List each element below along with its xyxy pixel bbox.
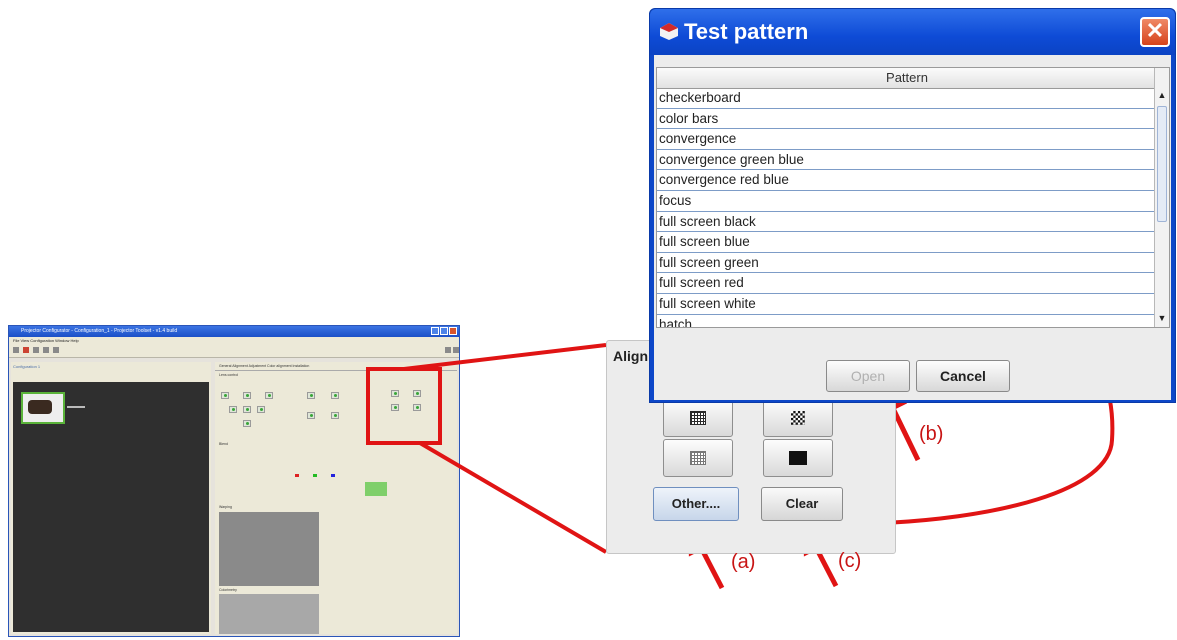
- pattern-row[interactable]: focus: [657, 191, 1156, 212]
- warping-section-title: Warping: [219, 505, 232, 509]
- toolbar-icon[interactable]: [453, 347, 459, 353]
- pattern-row[interactable]: full screen red: [657, 273, 1156, 294]
- scroll-thumb[interactable]: [1157, 106, 1167, 222]
- grid-icon: [690, 411, 706, 425]
- app-toolbar: [9, 344, 459, 358]
- dialog-title-bar: Test pattern ✕: [650, 9, 1175, 55]
- pattern-row[interactable]: full screen white: [657, 294, 1156, 315]
- open-button[interactable]: Open: [826, 360, 910, 392]
- pattern-row[interactable]: checkerboard: [657, 88, 1156, 109]
- pattern-mini-button[interactable]: [391, 404, 399, 411]
- scroll-up-icon[interactable]: ▲: [1155, 88, 1169, 102]
- maximize-icon[interactable]: [440, 327, 448, 335]
- lens-button[interactable]: [221, 392, 229, 399]
- clear-button[interactable]: Clear: [761, 487, 843, 521]
- pattern-row[interactable]: full screen green: [657, 253, 1156, 274]
- hatch-pattern-button[interactable]: [663, 439, 733, 477]
- app-settings-pane: General Alignment Adjustment Color align…: [215, 362, 457, 634]
- align-title: Align: [613, 348, 648, 364]
- cancel-button[interactable]: Cancel: [916, 360, 1010, 392]
- pattern-row[interactable]: convergence: [657, 129, 1156, 150]
- pattern-mini-button[interactable]: [413, 404, 421, 411]
- pattern-table: Pattern checkerboard color bars converge…: [656, 67, 1170, 328]
- callout-c: (c): [838, 550, 862, 572]
- app-menu-bar[interactable]: File View Configuration Window Help: [9, 337, 459, 344]
- black-pattern-button[interactable]: [763, 439, 833, 477]
- toolbar-icon[interactable]: [13, 347, 19, 353]
- other-button[interactable]: Other....: [653, 487, 739, 521]
- color-swatch[interactable]: [365, 482, 387, 496]
- colorimetry-section-title: Colorimetry: [219, 588, 237, 592]
- blend-section-title: Blend: [219, 442, 228, 446]
- lens-button[interactable]: [243, 406, 251, 413]
- black-square-icon: [789, 451, 807, 465]
- checkerboard-icon: [791, 411, 805, 425]
- colorimetry-preview[interactable]: [219, 594, 319, 634]
- app-configuration-pane: Configuration 1: [11, 362, 211, 634]
- pattern-mini-button[interactable]: [413, 390, 421, 397]
- app-title: Projector Configurator - Configuration_1…: [21, 328, 178, 334]
- color-legend: [295, 464, 349, 477]
- toolbar-icon[interactable]: [445, 347, 451, 353]
- hatch-icon: [690, 451, 706, 465]
- app-icon: [660, 23, 678, 40]
- pattern-row[interactable]: convergence red blue: [657, 170, 1156, 191]
- pattern-row[interactable]: hatch: [657, 315, 1156, 327]
- zoom-button[interactable]: [307, 412, 315, 419]
- pattern-row[interactable]: color bars: [657, 109, 1156, 130]
- toolbar-icon[interactable]: [43, 347, 49, 353]
- close-icon[interactable]: ✕: [1140, 17, 1170, 47]
- callout-a: (a): [731, 551, 756, 573]
- pattern-list: checkerboard color bars convergence conv…: [657, 88, 1156, 327]
- focus-button[interactable]: [331, 392, 339, 399]
- lens-button[interactable]: [257, 406, 265, 413]
- pattern-row[interactable]: full screen black: [657, 212, 1156, 233]
- projector-label: [67, 406, 85, 408]
- lens-button[interactable]: [243, 392, 251, 399]
- test-pattern-dialog: Test pattern ✕ Pattern checkerboard colo…: [649, 8, 1176, 403]
- toolbar-icon[interactable]: [33, 347, 39, 353]
- callout-b: (b): [919, 423, 944, 445]
- lens-button[interactable]: [265, 392, 273, 399]
- lens-button[interactable]: [243, 420, 251, 427]
- toolbar-icon[interactable]: [23, 347, 29, 353]
- pattern-mini-button[interactable]: [391, 390, 399, 397]
- grid-pattern-button[interactable]: [663, 399, 733, 437]
- lens-section-title: Lens control: [219, 373, 239, 377]
- pattern-scrollbar[interactable]: ▲ ▼: [1154, 68, 1169, 327]
- app-title-bar: Projector Configurator - Configuration_1…: [9, 326, 459, 337]
- scroll-down-icon[interactable]: ▼: [1155, 311, 1169, 325]
- toolbar-icon[interactable]: [53, 347, 59, 353]
- pattern-row[interactable]: full screen blue: [657, 232, 1156, 253]
- configuration-header: Configuration 1: [13, 364, 41, 369]
- focus-button[interactable]: [331, 412, 339, 419]
- dialog-body: Pattern checkerboard color bars converge…: [654, 55, 1171, 400]
- app-close-icon[interactable]: [449, 327, 457, 335]
- warping-preview[interactable]: [219, 512, 319, 586]
- app-window: Projector Configurator - Configuration_1…: [8, 325, 460, 637]
- settings-tabs[interactable]: General Alignment Adjustment Color align…: [215, 362, 457, 371]
- pattern-row[interactable]: convergence green blue: [657, 150, 1156, 171]
- dialog-title: Test pattern: [684, 19, 809, 44]
- minimize-icon[interactable]: [431, 327, 439, 335]
- pattern-column-header[interactable]: Pattern: [657, 68, 1157, 89]
- projector-thumbnail[interactable]: [21, 392, 65, 424]
- lens-button[interactable]: [229, 406, 237, 413]
- configuration-canvas[interactable]: [13, 382, 209, 632]
- zoom-button[interactable]: [307, 392, 315, 399]
- checkerboard-pattern-button[interactable]: [763, 399, 833, 437]
